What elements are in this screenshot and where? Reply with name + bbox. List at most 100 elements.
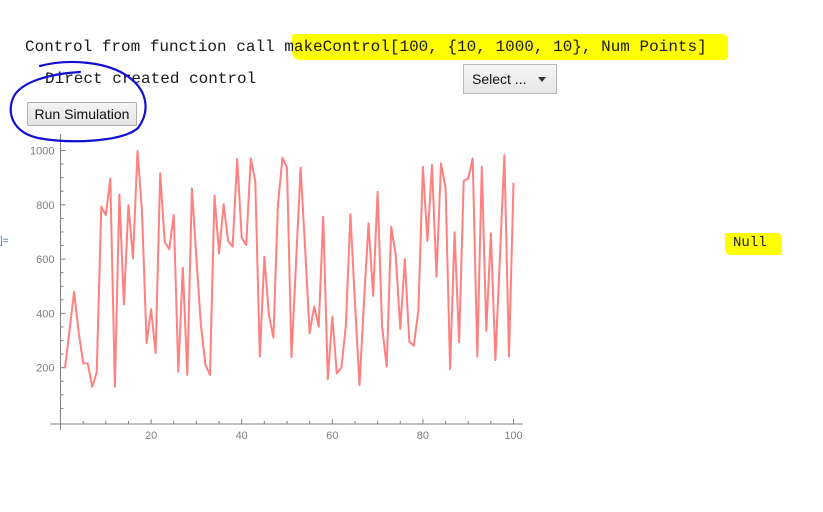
data-point	[155, 353, 157, 355]
data-point	[318, 326, 320, 328]
data-point	[440, 162, 442, 164]
data-point	[218, 253, 220, 255]
data-point	[476, 356, 478, 358]
data-point	[377, 191, 379, 193]
data-point	[209, 374, 211, 376]
x-tick-label: 80	[417, 430, 429, 442]
data-point	[64, 367, 66, 369]
data-point	[404, 258, 406, 260]
data-point	[82, 363, 84, 365]
data-point	[286, 167, 288, 169]
data-point	[96, 372, 98, 374]
data-point	[241, 237, 243, 239]
data-point	[300, 167, 302, 169]
data-point	[463, 180, 465, 182]
data-point	[164, 241, 166, 243]
data-point	[495, 359, 497, 361]
data-point	[386, 366, 388, 368]
data-point	[313, 306, 315, 308]
data-point	[91, 386, 93, 388]
data-point	[418, 309, 420, 311]
y-tick-label: 600	[36, 254, 54, 266]
data-point	[245, 244, 247, 246]
series-line	[64, 150, 515, 388]
data-point	[332, 316, 334, 318]
data-point	[322, 216, 324, 218]
data-point	[372, 295, 374, 297]
data-point	[458, 341, 460, 343]
data-point	[395, 254, 397, 256]
data-point	[399, 328, 401, 330]
data-point	[359, 384, 361, 386]
data-point	[159, 173, 161, 175]
data-point	[363, 301, 365, 303]
data-point	[250, 158, 252, 160]
data-point	[336, 373, 338, 375]
data-point	[73, 291, 75, 293]
data-point	[486, 330, 488, 332]
data-point	[304, 247, 306, 249]
data-point	[436, 276, 438, 278]
data-point	[449, 368, 451, 370]
data-point	[114, 386, 116, 388]
y-tick-label: 800	[36, 200, 54, 212]
data-point	[87, 363, 89, 365]
data-point	[191, 187, 193, 189]
data-point	[150, 308, 152, 310]
data-point	[232, 246, 234, 248]
data-point	[236, 158, 238, 160]
data-point	[445, 187, 447, 189]
data-point	[499, 257, 501, 259]
y-tick-label: 1000	[30, 146, 54, 158]
data-point	[467, 178, 469, 180]
data-point	[422, 166, 424, 168]
data-point	[282, 157, 284, 159]
data-point	[182, 267, 184, 269]
y-tick-label: 400	[36, 308, 54, 320]
data-point	[223, 203, 225, 205]
data-point	[277, 204, 279, 206]
data-point	[472, 158, 474, 160]
data-point	[350, 214, 352, 216]
data-point	[146, 342, 148, 344]
data-point	[409, 341, 411, 343]
data-point	[214, 195, 216, 197]
data-point	[227, 240, 229, 242]
x-tick-label: 100	[504, 430, 522, 442]
data-point	[168, 249, 170, 251]
data-point	[141, 211, 143, 213]
data-point	[105, 214, 107, 216]
data-point	[390, 226, 392, 228]
data-point	[200, 324, 202, 326]
data-point	[413, 345, 415, 347]
data-point	[291, 356, 293, 358]
data-point	[123, 304, 125, 306]
data-point	[490, 233, 492, 235]
data-point	[345, 324, 347, 326]
data-point	[137, 150, 139, 152]
data-point	[454, 231, 456, 233]
data-point	[513, 182, 515, 184]
data-point	[132, 257, 134, 259]
data-point	[341, 367, 343, 369]
data-point	[431, 164, 433, 166]
data-point	[78, 331, 80, 333]
data-point	[110, 178, 112, 180]
data-point	[69, 329, 71, 331]
data-point	[309, 332, 311, 334]
data-point	[327, 378, 329, 380]
data-point	[173, 214, 175, 216]
data-point	[427, 240, 429, 242]
data-point	[354, 301, 356, 303]
x-tick-label: 40	[236, 430, 248, 442]
data-point	[259, 356, 261, 358]
simulation-line-chart: 20 40 60 80 100 200 400 600 800 1000	[30, 134, 523, 442]
data-point	[273, 337, 275, 339]
data-point	[177, 371, 179, 373]
data-point	[254, 181, 256, 183]
data-point	[381, 326, 383, 328]
data-point	[508, 356, 510, 358]
data-point	[481, 166, 483, 168]
data-point	[504, 154, 506, 156]
data-point	[295, 261, 297, 263]
